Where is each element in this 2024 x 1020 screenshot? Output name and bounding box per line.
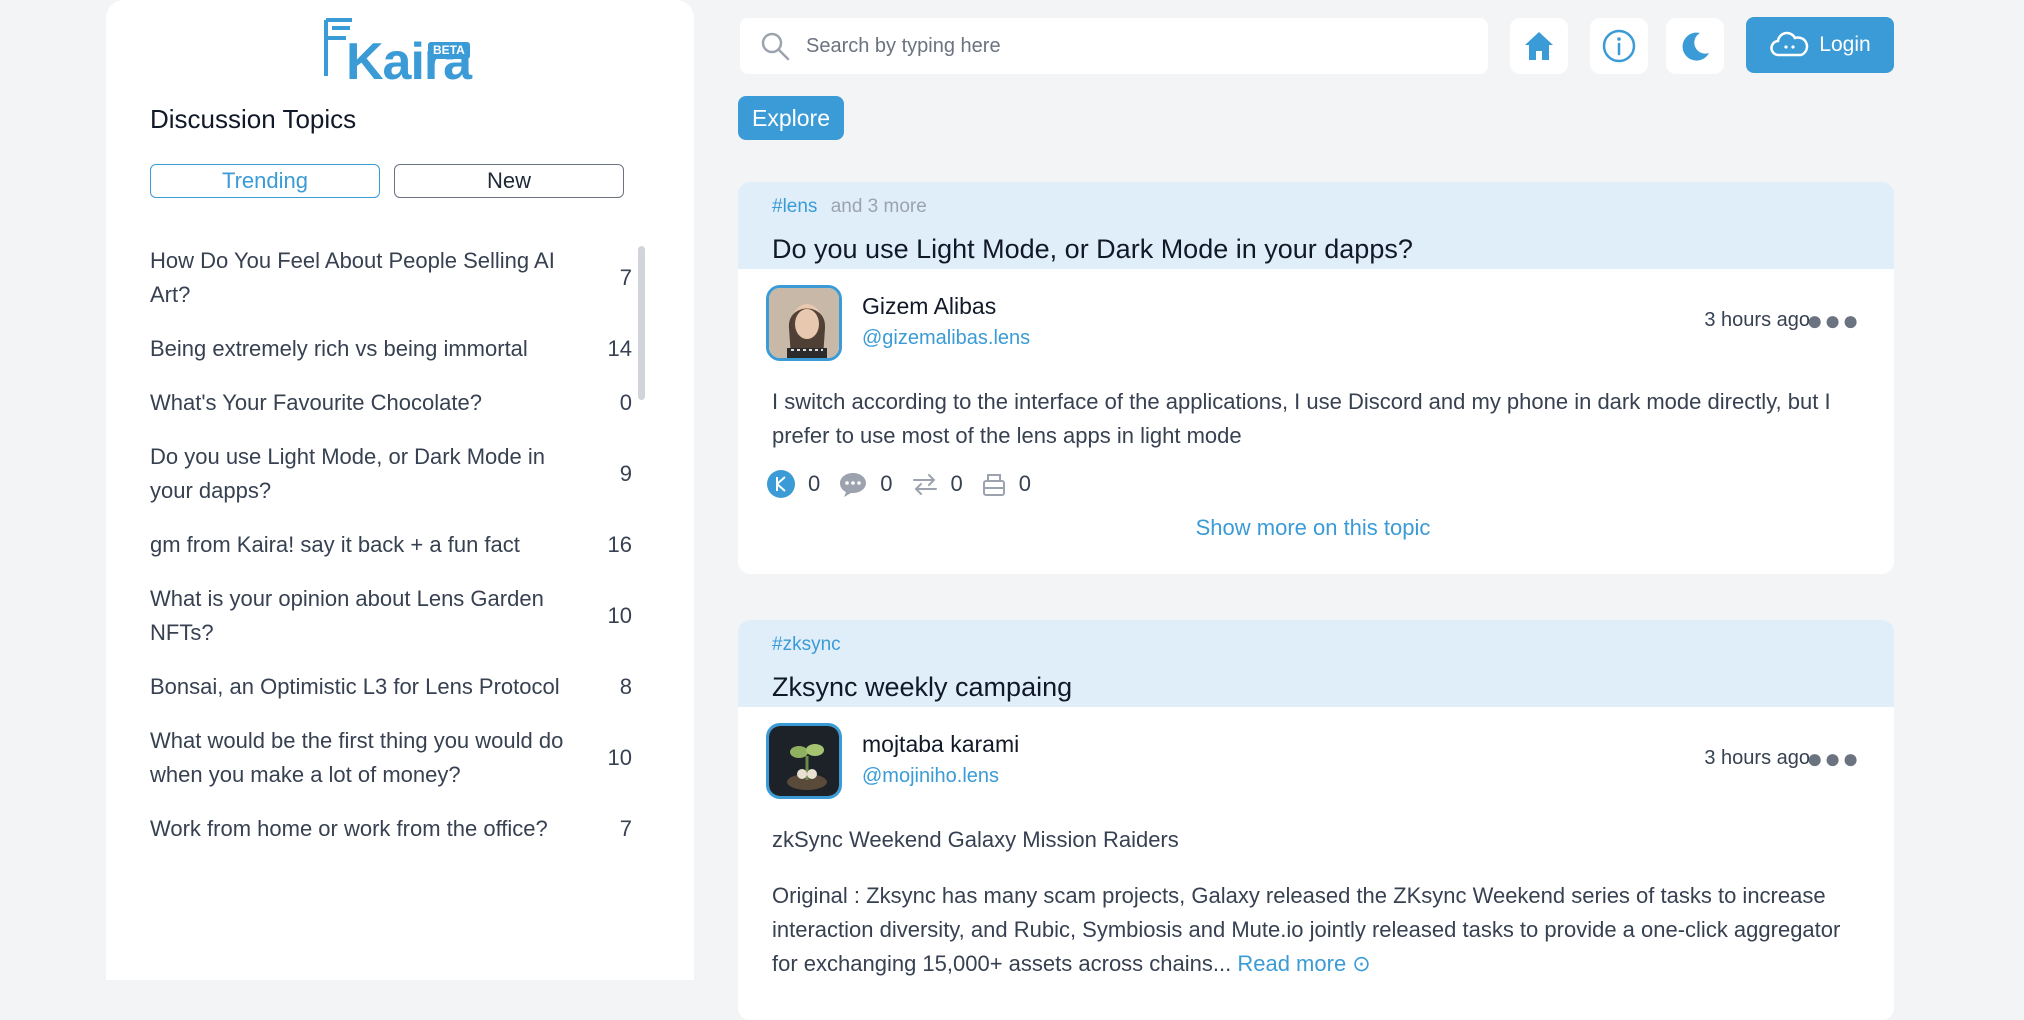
topic-count: 16 [607,532,632,557]
kaira-like-icon [767,470,795,498]
topic-tag[interactable]: #zksync [772,634,841,655]
home-button[interactable] [1510,18,1568,74]
more-tags[interactable]: and 3 more [831,196,927,217]
like-count: 0 [808,471,821,496]
topic-title: What is your opinion about Lens Garden N… [150,586,544,645]
author-name[interactable]: mojtaba karami [862,731,1019,758]
read-more-link[interactable]: Read more ⊙ [1237,951,1370,976]
topic-card-header[interactable]: #zksync Zksync weekly campaing [738,620,1894,707]
topic-card: #zksync Zksync weekly campaing mojtaba k… [738,620,1894,1020]
comment-count: 0 [880,471,893,496]
topic-item[interactable]: gm from Kaira! say it back + a fun fact … [150,528,632,562]
topic-count: 10 [607,603,632,628]
theme-toggle-button[interactable] [1666,18,1724,74]
login-button[interactable]: Login [1746,17,1894,73]
topic-item[interactable]: Being extremely rich vs being immortal 1… [150,332,632,366]
topic-item[interactable]: Work from home or work from the office? … [150,812,632,846]
topic-count: 0 [619,390,632,415]
topic-list: How Do You Feel About People Selling AI … [150,244,632,866]
info-button[interactable] [1590,18,1648,74]
topic-count: 8 [619,674,632,699]
home-icon [1525,32,1553,60]
topic-card-header[interactable]: #lens and 3 more Do you use Light Mode, … [738,182,1894,269]
topic-item[interactable]: How Do You Feel About People Selling AI … [150,244,632,312]
avatar[interactable] [766,285,842,361]
topic-title: Work from home or work from the office? [150,816,548,841]
topic-item[interactable]: Do you use Light Mode, or Dark Mode in y… [150,440,632,508]
topic-count: 10 [607,745,632,770]
author-handle[interactable]: @gizemalibas.lens [862,327,1030,350]
post-timestamp: 3 hours ago [1704,309,1810,331]
topic-item[interactable]: What's Your Favourite Chocolate? 0 [150,386,632,420]
avatar[interactable] [766,723,842,799]
beta-badge: BETA [428,42,470,60]
post-body: I switch according to the interface of t… [772,389,1831,448]
comment-button[interactable]: 0 [838,470,893,498]
tag-row: #lens and 3 more [772,196,1860,226]
topic-card-title[interactable]: Zksync weekly campaing [772,672,1860,703]
post-timestamp: 3 hours ago [1704,747,1810,769]
topic-title: Do you use Light Mode, or Dark Mode in y… [150,444,545,503]
collect-button[interactable]: 0 [981,471,1031,497]
show-more-link[interactable]: Show more on this topic [766,515,1860,541]
post-paragraph: zkSync Weekend Galaxy Mission Raiders [772,827,1179,852]
mirror-button[interactable]: 0 [911,471,963,497]
topic-title: What would be the first thing you would … [150,728,564,787]
topic-card: #lens and 3 more Do you use Light Mode, … [738,182,1894,574]
topic-count: 14 [607,336,632,361]
post-paragraph: Original : Zksync has many scam projects… [772,879,1862,981]
search-input[interactable] [804,33,1448,59]
search-icon [761,32,790,61]
topic-title: What's Your Favourite Chocolate? [150,390,482,415]
more-options-icon[interactable]: ●●● [1806,305,1860,337]
cloud-icon [1770,31,1809,57]
topic-title: Bonsai, an Optimistic L3 for Lens Protoc… [150,674,560,699]
topic-title: Being extremely rich vs being immortal [150,336,528,361]
topic-count: 7 [619,265,632,290]
topic-item[interactable]: Bonsai, an Optimistic L3 for Lens Protoc… [150,670,632,704]
author-name[interactable]: Gizem Alibas [862,293,996,320]
post-body: zkSync Weekend Galaxy Mission Raiders Or… [766,823,1862,981]
post: mojtaba karami @mojiniho.lens 3 hours ag… [738,707,1894,981]
topic-count: 7 [619,816,632,841]
collect-icon [982,474,1005,496]
login-label: Login [1819,33,1871,56]
tab-new[interactable]: New [394,164,624,198]
topic-item[interactable]: What is your opinion about Lens Garden N… [150,582,632,650]
comment-icon [840,473,867,497]
kaira-logo[interactable]: Kaira BETA [324,16,474,88]
tag-row: #zksync [772,634,1860,664]
topic-list-scrollbar[interactable] [638,246,645,400]
topic-count: 9 [619,461,632,486]
topic-tag[interactable]: #lens [772,196,817,217]
sidebar: Kaira BETA Discussion Topics Trending Ne… [106,0,694,980]
info-icon [1602,29,1636,63]
author-handle[interactable]: @mojiniho.lens [862,765,999,788]
mirror-icon [912,474,937,495]
tab-trending[interactable]: Trending [150,164,380,198]
topic-title: How Do You Feel About People Selling AI … [150,248,555,307]
search-bar[interactable] [740,18,1488,74]
avatar-image [769,288,839,358]
like-button[interactable]: 0 [766,469,820,499]
topic-title: gm from Kaira! say it back + a fun fact [150,532,520,557]
author-row: mojtaba karami @mojiniho.lens 3 hours ag… [766,723,1860,803]
author-row: Gizem Alibas @gizemalibas.lens 3 hours a… [766,285,1860,365]
collect-count: 0 [1018,471,1031,496]
read-more-label: Read more [1237,951,1347,976]
post-actions: 0 0 0 0 [766,469,1860,499]
moon-icon [1682,32,1709,61]
explore-button[interactable]: Explore [738,96,844,140]
mirror-count: 0 [950,471,963,496]
more-options-icon[interactable]: ●●● [1806,743,1860,775]
topic-item[interactable]: What would be the first thing you would … [150,724,632,792]
post: Gizem Alibas @gizemalibas.lens 3 hours a… [738,269,1894,541]
topic-card-title[interactable]: Do you use Light Mode, or Dark Mode in y… [772,234,1860,265]
avatar-image [769,726,839,796]
discussion-topics-title: Discussion Topics [150,104,357,134]
